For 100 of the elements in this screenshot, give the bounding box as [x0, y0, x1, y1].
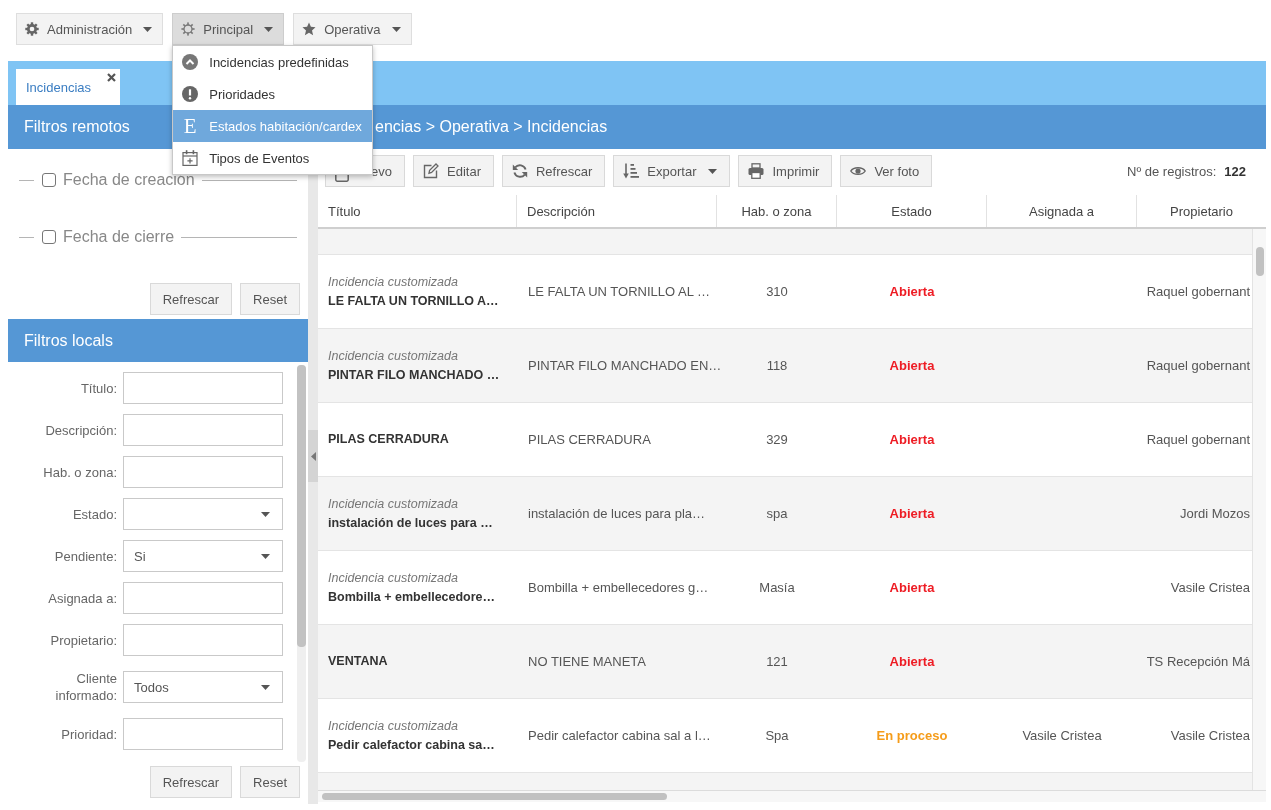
table-row[interactable]: Incidencia customizada Bombilla + embellecedore… Bombilla + embellecedores g… Masía Abierta Vasile Cristea [318, 551, 1252, 625]
table-row[interactable]: PILAS CERRADURA PILAS CERRADURA 329 Abierta Raquel gobernant [318, 403, 1252, 477]
column-header[interactable]: Asignada a [987, 195, 1137, 227]
filter-label: Fecha de creación [63, 171, 195, 189]
text-input[interactable] [123, 456, 283, 488]
room-zone-text: 121 [766, 654, 788, 669]
tab[interactable]: Incidencias [16, 69, 120, 105]
collapse-handle[interactable] [308, 430, 318, 482]
checkbox[interactable] [42, 173, 56, 187]
caret-down-icon [391, 26, 401, 32]
text-input[interactable] [123, 624, 283, 656]
caret-down-icon [261, 684, 270, 690]
field-label: Propietario: [49, 631, 118, 650]
text-input[interactable] [123, 718, 283, 750]
text-input[interactable] [123, 414, 283, 446]
incident-title: PILAS CERRADURA [328, 431, 450, 448]
exclamation-circle-icon [182, 86, 199, 102]
breadcrumb: encias > Operativa > Incidencias [375, 118, 608, 136]
status-text: Abierta [889, 506, 935, 521]
star-icon [302, 22, 317, 36]
checkbox[interactable] [42, 230, 56, 244]
incident-title: Pedir calefactor cabina sa… [328, 736, 496, 754]
field-label: Estado: [71, 505, 118, 524]
field-label: Prioridad: [60, 725, 118, 744]
view-photo-button[interactable]: Ver foto [840, 155, 933, 187]
calendar-plus-icon [182, 150, 199, 166]
scrollbar-thumb[interactable] [1255, 247, 1264, 276]
description-text: Pedir calefactor cabina sal a l… [528, 728, 711, 743]
owner-text: TS Recepción Má [1146, 654, 1250, 669]
owner-text: Raquel gobernant [1146, 284, 1250, 299]
arrow-lines-icon [623, 163, 640, 179]
status-text: Abierta [889, 284, 935, 299]
menu-item[interactable]: Prioridades [173, 78, 373, 110]
incident-title: PINTAR FILO MANCHADO … [328, 366, 501, 384]
menu-item[interactable]: Incidencias predefinidas [173, 46, 373, 78]
column-header[interactable]: Título [318, 195, 517, 227]
eye-icon [850, 166, 867, 176]
status-text: Abierta [889, 432, 935, 447]
menu-item[interactable]: Tipos de Eventos [173, 142, 373, 174]
refresh-icon [511, 163, 528, 179]
field-label: Hab. o zona: [42, 463, 118, 482]
incident-title: VENTANA [328, 653, 389, 670]
description-text: instalación de luces para pla… [528, 506, 706, 521]
owner-text: Jordi Mozos [1179, 506, 1250, 521]
incident-title: instalación de luces para … [328, 514, 494, 532]
text-input[interactable] [123, 582, 283, 614]
column-header[interactable]: Descripción [517, 195, 717, 227]
caret-down-icon [143, 26, 153, 32]
table-row[interactable]: Incidencia customizada LE FALTA UN TORNILLO A… LE FALTA UN TORNILLO AL … 310 Abierta Raquel gobernant [318, 254, 1252, 329]
column-header[interactable]: Estado [837, 195, 987, 227]
caret-left-icon [310, 451, 316, 461]
status-text: Abierta [889, 580, 935, 595]
serif-letter-icon: E [182, 117, 199, 135]
refresh-button[interactable]: Refrescar [149, 283, 233, 315]
room-zone-text: 329 [766, 432, 788, 447]
table-row[interactable]: Incidencia customizada Pedir calefactor cabina sa… Pedir calefactor cabina sal a l… Spa En proceso Vasile Cristea Vasile Cristea [318, 699, 1252, 773]
room-zone-text: 118 [766, 358, 788, 373]
status-text: Abierta [889, 654, 935, 669]
refresh-button[interactable]: Refrescar [149, 766, 233, 798]
room-zone-text: 310 [766, 284, 788, 299]
reset-button[interactable]: Reset [240, 283, 300, 315]
gear-outline-icon [181, 22, 196, 36]
reset-button[interactable]: Reset [240, 766, 300, 798]
assignee-text: Vasile Cristea [1022, 728, 1102, 743]
edit-button[interactable]: Editar [413, 155, 494, 187]
square-outline-icon [335, 174, 349, 182]
column-header[interactable]: Hab. o zona [717, 195, 837, 227]
menu-button[interactable]: Principal [172, 13, 285, 45]
field-label: Asignada a: [47, 589, 118, 608]
panel-title: Filtros remotos [24, 118, 130, 135]
description-text: NO TIENE MANETA [528, 654, 646, 669]
panel-header: Filtros locals [8, 319, 308, 362]
select-field[interactable] [123, 498, 283, 530]
select-field[interactable]: Si [123, 540, 283, 572]
scrollbar-thumb[interactable] [297, 365, 306, 647]
print-button[interactable]: Imprimir [738, 155, 833, 187]
printer-icon [748, 163, 765, 179]
menu-button[interactable]: Administración [16, 13, 164, 45]
select-field[interactable]: Todos [123, 671, 283, 703]
record-count-label: Nº de registros: [1127, 163, 1217, 179]
description-text: Bombilla + embellecedores g… [528, 580, 709, 595]
owner-text: Raquel gobernant [1146, 432, 1250, 447]
close-icon[interactable] [107, 73, 116, 82]
refresh-button[interactable]: Refrescar [501, 155, 606, 187]
room-zone-text: spa [766, 506, 788, 521]
column-header[interactable]: Propietario [1137, 195, 1266, 227]
incident-subtitle: Incidencia customizada [328, 273, 459, 291]
scrollbar-thumb[interactable] [322, 793, 667, 800]
chevron-circle-icon [182, 54, 199, 70]
menu-button[interactable]: Operativa [293, 13, 412, 45]
export-button[interactable]: Exportar [613, 155, 731, 187]
filter-label: Fecha de cierre [63, 228, 175, 246]
owner-text: Raquel gobernant [1146, 358, 1250, 373]
status-text: En proceso [876, 728, 948, 743]
owner-text: Vasile Cristea [1170, 580, 1250, 595]
incident-subtitle: Incidencia customizada [328, 717, 459, 735]
text-input[interactable] [123, 372, 283, 404]
field-label: Pendiente: [53, 547, 118, 566]
description-text: LE FALTA UN TORNILLO AL … [528, 284, 711, 299]
incident-title: LE FALTA UN TORNILLO A… [328, 292, 500, 310]
